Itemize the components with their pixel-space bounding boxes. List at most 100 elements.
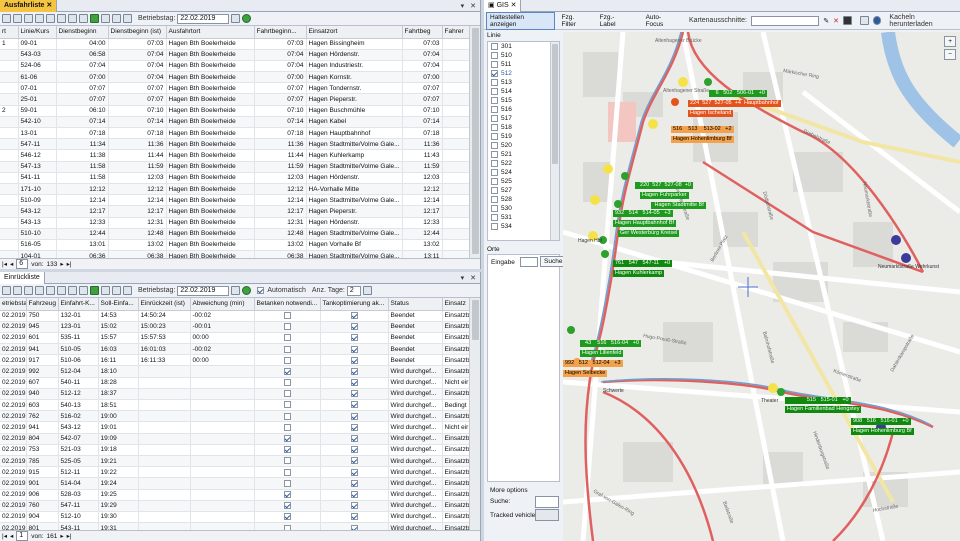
- grid-icon[interactable]: [101, 14, 110, 23]
- table-row[interactable]: 2 59-01 06:10 07:10 Hagen Bth Boelerheide 07:…: [0, 105, 469, 117]
- next-page-icon[interactable]: ▸: [60, 532, 63, 540]
- tankoptimierung-checkbox[interactable]: [350, 479, 358, 487]
- betanken-checkbox[interactable]: [283, 479, 291, 487]
- tankoptimierung-checkbox[interactable]: [350, 446, 358, 454]
- table-row[interactable]: 02.2019 804 542-07 19:09 Wird durchgef... Ein…: [0, 433, 469, 445]
- table-row[interactable]: 02.2019 801 543-11 19:31 Wird durchgef... Ein…: [0, 522, 469, 530]
- anz-tage-input[interactable]: 2: [346, 285, 361, 296]
- copy-icon[interactable]: [24, 14, 33, 23]
- table-row[interactable]: 13-01 07:18 07:18 Hagen Bth Boelerheide 07:1…: [0, 127, 469, 140]
- linie-item[interactable]: 511: [488, 60, 559, 69]
- tab-ausfahrliste[interactable]: Ausfahrliste ✕: [0, 0, 58, 12]
- table-row[interactable]: 02.2019 917 510-06 16:11 16:11:33 00:00 Beende…: [0, 354, 469, 367]
- linie-item[interactable]: 516: [488, 105, 559, 114]
- column-header[interactable]: Einfahrt-K...: [58, 298, 99, 311]
- table-row[interactable]: 02.2019 904 512-10 19:30 Wird durchgef... Ein…: [0, 511, 469, 524]
- linie-checkbox[interactable]: [491, 142, 498, 149]
- filter-icon[interactable]: [46, 286, 55, 295]
- betanken-checkbox[interactable]: [283, 468, 291, 476]
- vehicle-label[interactable]: Hagen Hohenlimburg Bf: [851, 428, 914, 435]
- ausfahrliste-vscroll[interactable]: [469, 26, 480, 258]
- linie-checkbox[interactable]: [491, 88, 498, 95]
- linie-item[interactable]: 515: [488, 96, 559, 105]
- column-header[interactable]: rt: [0, 26, 19, 39]
- table-row[interactable]: 02.2019 750 132-01 14:53 14:50:24 -00:02 Beend…: [0, 310, 469, 322]
- tab-gis[interactable]: ▣ GIS ✕: [484, 0, 522, 12]
- tankoptimierung-checkbox[interactable]: [350, 457, 358, 465]
- last-page-icon[interactable]: ▸|: [67, 532, 72, 540]
- linie-item[interactable]: 534: [488, 222, 559, 231]
- table-row[interactable]: 516-05 13:01 13:02 Hagen Bth Boelerheide 13:…: [0, 239, 469, 252]
- eingabe-input[interactable]: [520, 257, 538, 267]
- table-row[interactable]: 547-13 11:58 11:59 Hagen Bth Boelerheide 11:…: [0, 161, 469, 173]
- vehicle-label[interactable]: 992 512 512-04 +3: [563, 360, 623, 367]
- delete-icon[interactable]: [35, 14, 44, 23]
- column-header[interactable]: Betanken notwendi...: [254, 298, 321, 311]
- zoom-out-icon[interactable]: −: [944, 49, 956, 60]
- scroll-thumb[interactable]: [472, 300, 479, 340]
- table-row[interactable]: 104-01 06:36 06:38 Hagen Bth Boelerheide 06:…: [0, 250, 469, 258]
- print-icon[interactable]: [57, 286, 66, 295]
- table-row[interactable]: 546-12 11:38 11:44 Hagen Bth Boelerheide 11:…: [0, 149, 469, 162]
- linie-checkbox[interactable]: [491, 43, 498, 50]
- save-icon[interactable]: [2, 14, 11, 23]
- layout-icon[interactable]: [123, 286, 132, 295]
- delete-icon[interactable]: [35, 286, 44, 295]
- linie-checkbox[interactable]: [491, 205, 498, 212]
- close-panel-icon[interactable]: ✕: [470, 274, 476, 282]
- vehicle-label[interactable]: Hagen Hauptbahnhof Bf: [613, 220, 677, 227]
- betanken-checkbox[interactable]: [283, 502, 291, 510]
- scroll-thumb[interactable]: [472, 28, 479, 254]
- go-icon[interactable]: [242, 286, 252, 295]
- betanken-checkbox[interactable]: [283, 457, 291, 465]
- linie-item[interactable]: 524: [488, 168, 559, 177]
- tankoptimierung-checkbox[interactable]: [350, 423, 358, 431]
- table-row[interactable]: 510-10 12:44 12:48 Hagen Bth Boelerheide 12:…: [0, 228, 469, 240]
- linie-checkbox[interactable]: [491, 223, 498, 230]
- first-page-icon[interactable]: |◂: [2, 260, 7, 268]
- copy-icon[interactable]: [24, 286, 33, 295]
- betanken-checkbox[interactable]: [283, 323, 291, 331]
- linie-checkbox[interactable]: [491, 97, 498, 104]
- vehicle-label[interactable]: Hagen Lilienfeld: [580, 350, 624, 357]
- linie-checkbox[interactable]: [491, 79, 498, 86]
- linie-item[interactable]: 527: [488, 186, 559, 195]
- suche-input[interactable]: [535, 496, 559, 508]
- vehicle-label[interactable]: 516 513 513-02 +2: [671, 126, 734, 133]
- save-icon[interactable]: [2, 286, 11, 295]
- tankoptimierung-checkbox[interactable]: [350, 401, 358, 409]
- vehicle-label[interactable]: Hagen Hohenlimburg Bf: [671, 136, 734, 143]
- table-row[interactable]: 07-01 07:07 07:07 Hagen Bth Boelerheide 07:0…: [0, 82, 469, 95]
- linie-checkbox[interactable]: [491, 151, 498, 158]
- column-header[interactable]: Tankoptimierung ak...: [320, 298, 389, 311]
- linie-item[interactable]: 531: [488, 213, 559, 222]
- vehicle-label[interactable]: Hagen Kuhlerkamp: [613, 270, 665, 277]
- betanken-checkbox[interactable]: [283, 513, 291, 521]
- column-header[interactable]: Linie/Kurs: [18, 26, 57, 39]
- table-row[interactable]: 1 09-01 04:00 07:03 Hagen Bth Boelerheide 07:…: [0, 38, 469, 50]
- betanken-checkbox[interactable]: [283, 345, 291, 353]
- tankoptimierung-checkbox[interactable]: [350, 468, 358, 476]
- kacheln-button[interactable]: Kacheln herunterladen: [889, 14, 958, 28]
- tankoptimierung-checkbox[interactable]: [350, 356, 358, 364]
- table-row[interactable]: 171-10 12:12 12:12 Hagen Bth Boelerheide 12:…: [0, 183, 469, 196]
- column-header[interactable]: Soll-Einfa...: [98, 298, 139, 311]
- linie-item[interactable]: 521: [488, 150, 559, 159]
- table-row[interactable]: 02.2019 760 547-11 19:29 Wird durchgef... Ein…: [0, 500, 469, 512]
- tankoptimierung-checkbox[interactable]: [350, 367, 358, 375]
- tankoptimierung-checkbox[interactable]: [350, 379, 358, 387]
- linie-vscroll[interactable]: [550, 42, 559, 240]
- betanken-checkbox[interactable]: [283, 490, 291, 498]
- tab-einrueckliste[interactable]: Einrückliste: [0, 271, 45, 284]
- table-row[interactable]: 02.2019 906 528-03 19:25 Wird durchgef... Ein…: [0, 489, 469, 501]
- zoom-in-icon[interactable]: +: [944, 36, 956, 47]
- last-page-icon[interactable]: ▸|: [67, 260, 72, 268]
- columns-icon[interactable]: [79, 14, 88, 23]
- table-row[interactable]: 541-11 11:58 12:03 Hagen Bth Boelerheide 12:…: [0, 172, 469, 184]
- next-page-icon[interactable]: ▸: [60, 260, 63, 268]
- linie-checkbox[interactable]: [491, 115, 498, 122]
- column-header[interactable]: Ausfahrtort: [166, 26, 255, 39]
- table-row[interactable]: 543-03 06:58 07:04 Hagen Bth Boelerheide 07:…: [0, 49, 469, 61]
- linie-item[interactable]: 510: [488, 51, 559, 60]
- linie-checkbox[interactable]: [491, 169, 498, 176]
